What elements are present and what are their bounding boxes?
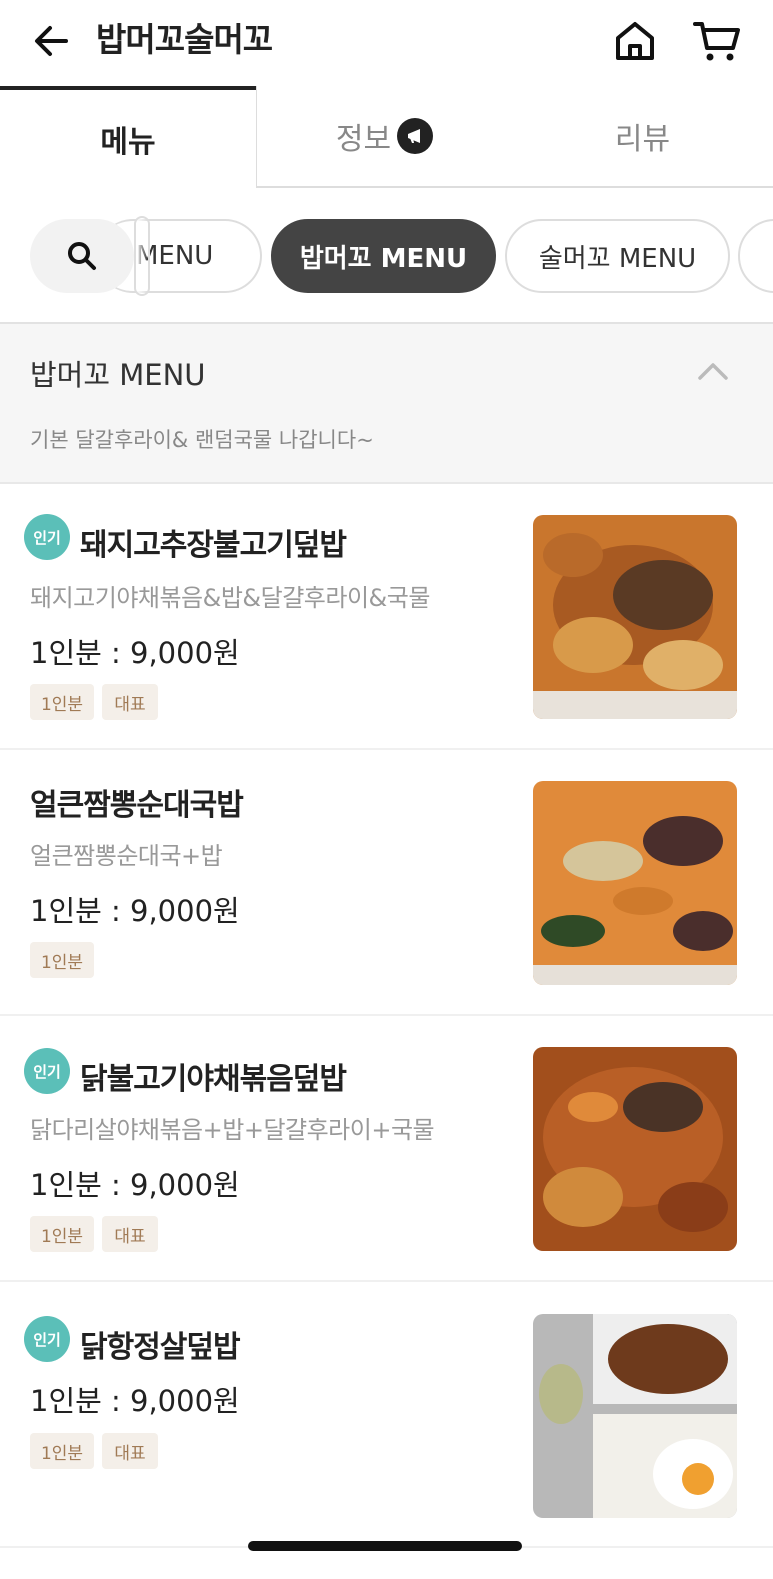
popular-badge: 인기 — [24, 1316, 70, 1362]
menu-item[interactable]: 인기 닭불고기야채볶음덮밥 닭다리살야채볶음+밥+달걀후라이+국물 1인분 : … — [0, 1016, 773, 1282]
item-description: 돼지고기야채볶음&밥&달걀후라이&국물 — [30, 584, 430, 612]
food-photo[interactable] — [533, 1314, 737, 1518]
item-tag: 1인분 — [30, 942, 94, 978]
food-photo[interactable] — [533, 1047, 737, 1251]
item-price: 1인분 : 9,000원 — [30, 894, 240, 928]
category-chip-selected-label: 밥머꼬 MENU — [299, 243, 468, 274]
item-tag: 1인분 — [30, 1433, 94, 1469]
tab-review-label: 리뷰 — [614, 122, 671, 157]
tab-info[interactable]: 정보 — [256, 86, 512, 188]
category-chip-edge[interactable] — [738, 219, 773, 293]
menu-item[interactable]: 인기 닭항정살덮밥 1인분 : 9,000원 1인분 대표 — [0, 1282, 773, 1548]
tab-menu[interactable]: 메뉴 — [0, 86, 256, 188]
menu-section-header[interactable]: 밥머꼬 MENU 기본 달갈후라이& 랜덤국물 나갑니다~ — [0, 322, 773, 484]
item-description: 얼큰짬뽕순대국+밥 — [30, 842, 223, 870]
tab-info-label: 정보 — [335, 122, 392, 157]
search-icon — [68, 242, 96, 270]
category-chip-next[interactable]: 술머꼬 MENU — [505, 219, 730, 293]
food-photo[interactable] — [533, 515, 737, 719]
menu-item[interactable]: 인기 돼지고추장불고기덮밥 돼지고기야채볶음&밥&달걀후라이&국물 1인분 : … — [0, 484, 773, 750]
popular-badge: 인기 — [24, 1048, 70, 1094]
home-indicator — [248, 1541, 522, 1551]
category-chip-next-label: 술머꼬 MENU — [538, 243, 697, 274]
app-header: 밥머꼬술머꼬 — [0, 0, 773, 86]
item-tag: 1인분 — [30, 1216, 94, 1252]
category-chip-selected[interactable]: 밥머꼬 MENU — [271, 219, 496, 293]
cart-icon[interactable] — [692, 18, 742, 64]
section-description: 기본 달갈후라이& 랜덤국물 나갑니다~ — [30, 428, 374, 452]
item-price: 1인분 : 9,000원 — [30, 1168, 240, 1202]
home-icon[interactable] — [612, 18, 658, 64]
item-tag: 대표 — [102, 1216, 158, 1252]
tab-review[interactable]: 리뷰 — [512, 86, 773, 188]
item-name: 돼지고추장불고기덮밥 — [80, 528, 347, 563]
menu-item[interactable]: 얼큰짬뽕순대국밥 얼큰짬뽕순대국+밥 1인분 : 9,000원 1인분 — [0, 750, 773, 1016]
item-tag: 대표 — [102, 684, 158, 720]
item-tag: 대표 — [102, 1433, 158, 1469]
tab-bar: 메뉴 정보 리뷰 — [0, 86, 773, 188]
item-price: 1인분 : 9,000원 — [30, 636, 240, 670]
item-price: 1인분 : 9,000원 — [30, 1384, 240, 1418]
chip-fade — [134, 216, 150, 296]
item-description: 닭다리살야채볶음+밥+달걀후라이+국물 — [30, 1116, 435, 1144]
item-name: 얼큰짬뽕순대국밥 — [30, 788, 244, 823]
search-button[interactable] — [30, 219, 134, 293]
category-chips: MENU 밥머꼬 MENU 술머꼬 MENU — [0, 188, 773, 322]
chevron-up-icon[interactable] — [696, 360, 730, 382]
arrow-left-icon[interactable] — [30, 20, 72, 62]
megaphone-icon — [397, 118, 434, 154]
popular-badge: 인기 — [24, 514, 70, 560]
store-title: 밥머꼬술머꼬 — [96, 20, 273, 59]
food-photo[interactable] — [533, 781, 737, 985]
item-name: 닭항정살덮밥 — [80, 1330, 241, 1365]
item-name: 닭불고기야채볶음덮밥 — [80, 1062, 347, 1097]
tab-menu-label: 메뉴 — [100, 125, 156, 160]
section-title: 밥머꼬 MENU — [30, 358, 206, 392]
item-tag: 1인분 — [30, 684, 94, 720]
